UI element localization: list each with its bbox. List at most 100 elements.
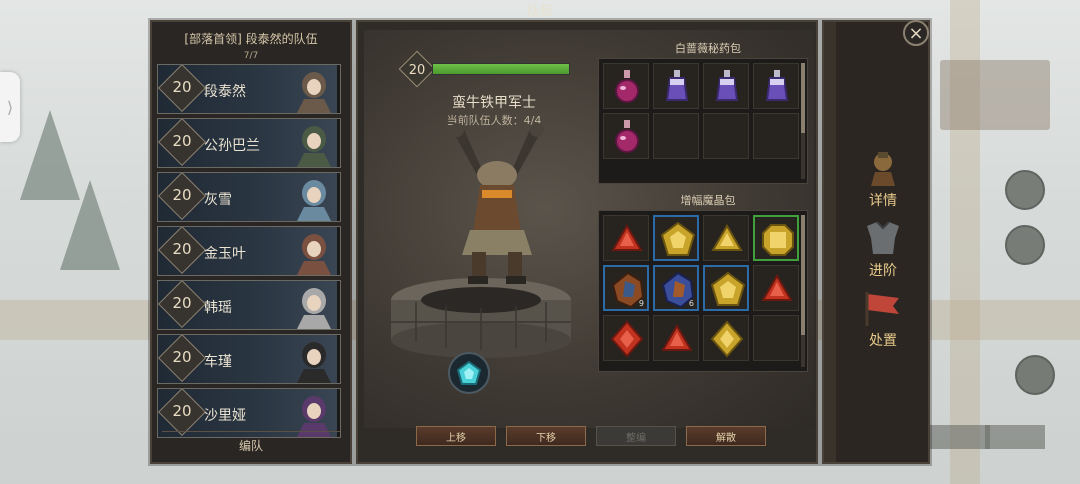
member-portrait — [297, 342, 331, 383]
roster-member[interactable]: 20 灰雪 — [157, 172, 341, 222]
roster-member[interactable]: 20 车瑾 — [157, 334, 341, 384]
inventory-slot[interactable]: 6 — [653, 265, 699, 311]
inventory-slot[interactable] — [703, 63, 749, 109]
inventory-slot[interactable] — [703, 315, 749, 361]
inventory-slot[interactable] — [653, 315, 699, 361]
member-scroll-edge — [337, 281, 340, 329]
member-scroll-edge — [337, 173, 340, 221]
dismiss-button[interactable]: 解散 — [686, 426, 766, 446]
roster-member[interactable]: 20 韩瑶 — [157, 280, 341, 330]
reorganize-button[interactable]: 整编 — [596, 426, 676, 446]
inventory-slot[interactable] — [653, 113, 699, 159]
gem-skill-button[interactable] — [448, 352, 490, 394]
roster-member[interactable]: 20 金玉叶 — [157, 226, 341, 276]
member-portrait — [297, 126, 331, 167]
advance-label: 进阶 — [869, 263, 897, 279]
member-name: 灰雪 — [204, 192, 232, 208]
inventory-slot[interactable] — [753, 215, 799, 261]
inventory-slot[interactable] — [603, 113, 649, 159]
side-drawer-tab[interactable]: ⟩ — [0, 72, 20, 142]
dispose-label: 处置 — [869, 333, 897, 349]
member-name: 韩瑶 — [204, 300, 232, 316]
inventory-slot[interactable] — [603, 315, 649, 361]
gold-pentagon-crystal-icon — [660, 221, 696, 256]
blue-rock-crystal-icon — [661, 271, 695, 309]
team-roster-panel: [部落首领] 段泰然的队伍 7/7 20 段泰然 20 公孙巴兰 20 灰雪 20 金玉叶 20… — [150, 20, 352, 464]
helmet-icon — [871, 152, 895, 186]
inventory-slot[interactable] — [753, 265, 799, 311]
inventory-slot[interactable] — [603, 63, 649, 109]
move-down-button[interactable]: 下移 — [506, 426, 586, 446]
member-name: 金玉叶 — [204, 246, 246, 262]
inventory-slot[interactable] — [753, 315, 799, 361]
inventory-slot[interactable] — [753, 63, 799, 109]
member-portrait — [297, 180, 331, 221]
member-level: 20 — [172, 294, 192, 312]
red-triangle-crystal-icon — [661, 324, 693, 351]
red-triangle-crystal-icon — [611, 224, 643, 251]
member-portrait — [297, 72, 331, 113]
member-name: 段泰然 — [204, 84, 246, 100]
inventory-slot[interactable] — [703, 113, 749, 159]
purple-potion-icon — [765, 70, 789, 101]
purple-potion-icon — [715, 70, 739, 101]
member-name: 公孙巴兰 — [204, 138, 260, 154]
member-portrait — [297, 234, 331, 275]
armor-icon — [867, 221, 899, 254]
member-name: 沙里娅 — [204, 408, 246, 424]
member-portrait — [297, 288, 331, 329]
inventory-slot[interactable] — [653, 63, 699, 109]
roster-member[interactable]: 20 公孙巴兰 — [157, 118, 341, 168]
crystal-bag-title: 增幅魔晶包 — [680, 194, 736, 207]
advance-button[interactable]: 进阶 — [848, 218, 918, 280]
crystal-bag-grid: 96 — [598, 210, 808, 372]
member-scroll-edge — [337, 227, 340, 275]
move-up-button[interactable]: 上移 — [416, 426, 496, 446]
inventory-slot[interactable] — [653, 215, 699, 261]
unit-figure — [450, 123, 544, 284]
close-button[interactable]: × — [903, 20, 929, 46]
scroll-thumb[interactable] — [801, 215, 805, 335]
details-label: 详情 — [869, 193, 897, 209]
red-potion-icon — [615, 70, 639, 103]
gold-diamond-crystal-icon — [710, 320, 744, 358]
inventory-slot[interactable] — [753, 113, 799, 159]
gold-octagon-crystal-icon — [762, 224, 794, 256]
roster-count: 7/7 — [243, 51, 259, 61]
potion-bag-grid — [598, 58, 808, 184]
hp-fill — [433, 64, 569, 74]
inventory-scrollbar[interactable] — [801, 215, 805, 367]
inventory-slot[interactable] — [703, 265, 749, 311]
unit-detail-panel: 20 蛮牛铁甲军士 当前队伍人数：4/4 白蔷薇秘药包 增幅魔晶包 9 6 上移… — [356, 20, 818, 464]
member-level: 20 — [172, 402, 192, 420]
red-diamond-crystal-icon — [610, 320, 644, 358]
details-button[interactable]: 详情 — [848, 148, 918, 210]
roster-list: 20 段泰然 20 公孙巴兰 20 灰雪 20 金玉叶 20 韩瑶 20 车瑾 20 沙里娅 — [157, 64, 341, 442]
member-scroll-edge — [337, 389, 340, 437]
crystal-icon — [456, 360, 482, 385]
dispose-button[interactable]: 处置 — [848, 288, 918, 350]
potion-bag-title: 白蔷薇秘药包 — [675, 42, 741, 55]
roster-member[interactable]: 20 段泰然 — [157, 64, 341, 114]
brown-rock-crystal-icon — [611, 271, 645, 309]
red-triangle-crystal-icon — [761, 274, 793, 301]
item-quantity: 9 — [638, 299, 644, 308]
formation-button[interactable]: 编队 — [152, 437, 350, 454]
inventory-slot[interactable] — [703, 215, 749, 261]
member-name: 车瑾 — [204, 354, 232, 370]
inventory-slot[interactable]: 9 — [603, 265, 649, 311]
member-scroll-edge — [337, 335, 340, 383]
member-level: 20 — [172, 132, 192, 150]
inventory-slot[interactable] — [603, 215, 649, 261]
item-quantity: 6 — [688, 299, 694, 308]
divider — [162, 431, 340, 432]
inventory-scrollbar[interactable] — [801, 63, 805, 179]
scroll-thumb[interactable] — [801, 63, 805, 133]
member-level: 20 — [172, 348, 192, 366]
unit-level: 20 — [408, 63, 426, 78]
sidebar-strip — [824, 22, 836, 462]
window-title: 队伍 — [526, 4, 553, 19]
member-level: 20 — [172, 240, 192, 258]
hp-bar — [432, 63, 570, 75]
red-potion-icon — [615, 120, 639, 153]
